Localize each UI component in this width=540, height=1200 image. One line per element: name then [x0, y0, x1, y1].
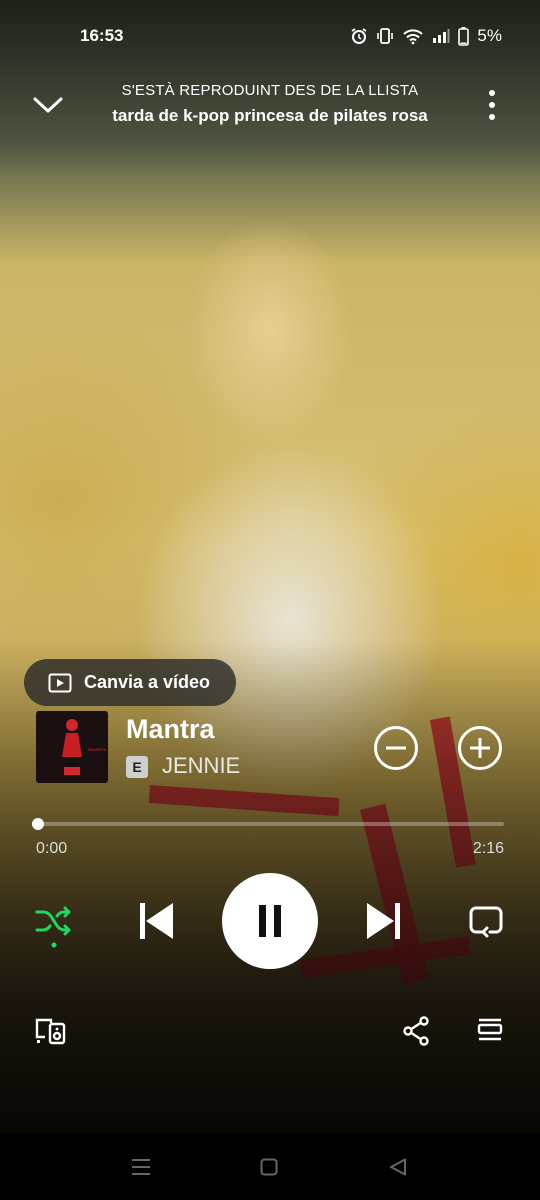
playlist-name[interactable]: tarda de k-pop princesa de pilates rosa: [60, 106, 480, 126]
share-button[interactable]: [402, 1016, 430, 1046]
svg-text:mantra: mantra: [88, 747, 106, 753]
add-button[interactable]: [457, 725, 503, 771]
more-vertical-icon: [489, 90, 495, 120]
vibrate-icon: [376, 27, 394, 45]
album-art: mantra: [36, 711, 108, 783]
queue-button[interactable]: [477, 1018, 503, 1044]
pause-icon: [259, 905, 281, 937]
skip-next-icon: [367, 903, 400, 939]
queue-icon: [477, 1018, 503, 1041]
recents-icon: [132, 1159, 150, 1175]
shuffle-icon: [35, 906, 71, 948]
battery-icon: [458, 26, 470, 46]
recents-button[interactable]: [131, 1158, 151, 1181]
playing-from-label: S'ESTÀ REPRODUINT DES DE LA LLISTA: [121, 82, 419, 99]
next-button[interactable]: [366, 902, 400, 940]
home-icon: [260, 1158, 278, 1176]
repeat-icon: [469, 906, 503, 938]
repeat-button[interactable]: [468, 904, 504, 938]
home-button[interactable]: [260, 1158, 278, 1181]
battery-percent: 5%: [477, 26, 502, 45]
pause-button[interactable]: [222, 873, 318, 969]
back-icon: [390, 1158, 406, 1176]
skip-previous-icon: [140, 903, 173, 939]
track-title[interactable]: Mantra: [126, 714, 215, 745]
connect-device-button[interactable]: [34, 1017, 66, 1045]
progress-bar[interactable]: [32, 818, 504, 830]
signal-icon: [432, 28, 450, 44]
minus-circle-icon: [374, 726, 418, 770]
plus-circle-icon: [458, 726, 502, 770]
status-time: 16:53: [80, 26, 124, 45]
total-time: 2:16: [472, 840, 504, 857]
devices-icon: [35, 1018, 66, 1045]
elapsed-time: 0:00: [36, 840, 68, 857]
alarm-icon: [350, 27, 368, 45]
wifi-icon: [402, 27, 424, 45]
more-options-button[interactable]: [482, 88, 502, 122]
back-button[interactable]: [389, 1158, 407, 1181]
status-bar: 16:53 5%: [0, 24, 540, 52]
share-icon: [403, 1016, 429, 1046]
artist-name[interactable]: JENNIE: [162, 753, 240, 779]
system-navigation-bar: [0, 1133, 540, 1200]
switch-to-video-label: Canvia a vídeo: [84, 672, 211, 692]
remove-button[interactable]: [373, 725, 419, 771]
previous-button[interactable]: [140, 902, 174, 940]
shuffle-button[interactable]: [35, 904, 73, 948]
video-icon: [48, 673, 72, 692]
switch-to-video-button[interactable]: Canvia a vídeo: [24, 659, 236, 706]
progress-knob[interactable]: [32, 818, 44, 830]
explicit-badge: E: [126, 756, 148, 778]
